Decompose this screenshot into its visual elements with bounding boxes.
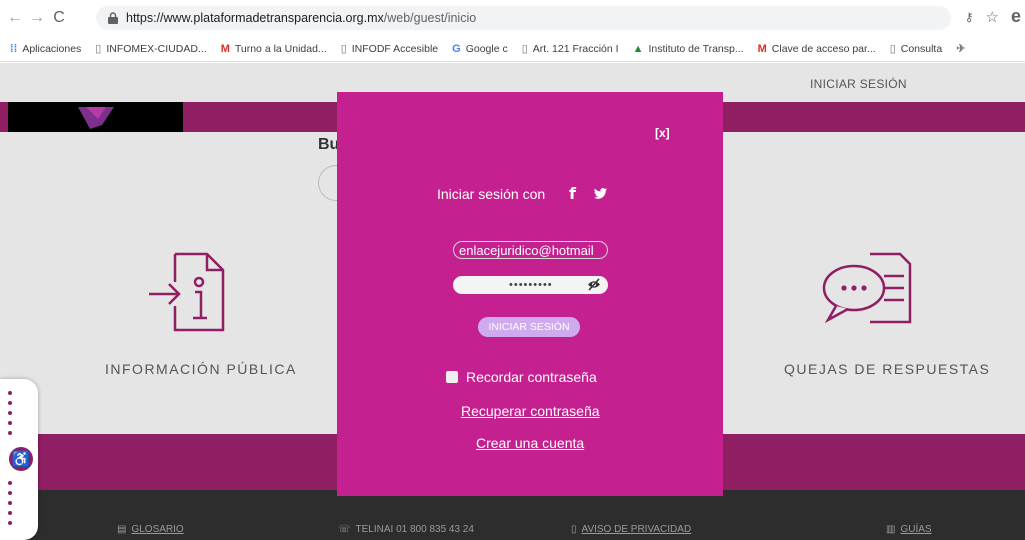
footer-link-privacidad[interactable]: ▯ AVISO DE PRIVACIDAD	[571, 524, 691, 535]
forward-arrow-icon[interactable]: →	[26, 7, 48, 29]
eye-slash-icon[interactable]	[587, 278, 601, 291]
close-button[interactable]: [x]	[655, 126, 670, 140]
card-title-informacion[interactable]: INFORMACIÓN PÚBLICA	[105, 361, 297, 377]
institute-icon: ▲	[632, 42, 644, 55]
footer: ▤ GLOSARIO ☏ TELINAI 01 800 835 43 24 ▯ AVI…	[0, 490, 1025, 540]
apps-grid-icon: ⁞⁞	[10, 42, 18, 55]
gmail-icon: M	[757, 42, 767, 55]
bookmarks-bar: ⁞⁞ Aplicaciones ▯ INFOMEX-CIUDAD... M Turno…	[0, 36, 1025, 62]
bookmark-item[interactable]: ▯ INFOMEX-CIUDAD...	[95, 42, 206, 56]
bookmark-item[interactable]: ▲ Instituto de Transp...	[633, 43, 744, 55]
glossary-icon: ▤	[117, 524, 127, 535]
wheelchair-icon[interactable]: ♿	[9, 447, 33, 471]
login-button[interactable]: INICIAR SESIÓN	[478, 317, 580, 337]
page-login-link[interactable]: INICIAR SESIÓN	[810, 77, 907, 91]
page-icon: ▯	[95, 43, 102, 55]
key-icon[interactable]: ⚷	[965, 10, 974, 24]
url-domain: https://www.plataformadetransparencia.or…	[126, 11, 384, 25]
bookmark-item[interactable]: ▯ Art. 121 Fracción I	[521, 42, 619, 56]
dot	[8, 401, 12, 405]
gmail-icon: M	[220, 42, 230, 55]
bookmark-item[interactable]: M Turno a la Unidad...	[221, 43, 327, 55]
guides-icon: ▥	[886, 524, 896, 535]
toolbar-actions: ⚷ ☆ e	[965, 6, 1021, 27]
reload-icon[interactable]: C	[48, 7, 70, 29]
dot	[8, 421, 12, 425]
bookmark-item[interactable]: ✈	[956, 42, 965, 55]
accessibility-widget[interactable]: ♿	[0, 379, 38, 540]
dot	[8, 521, 12, 525]
twitter-icon[interactable]	[593, 188, 608, 200]
bookmark-item[interactable]: G Google c	[452, 43, 508, 55]
remember-password[interactable]: Recordar contraseña	[446, 369, 597, 385]
document-info-icon[interactable]	[145, 248, 227, 336]
chat-document-icon[interactable]	[820, 248, 916, 328]
card-title-quejas[interactable]: QUEJAS DE RESPUESTAS	[784, 361, 990, 377]
google-icon: G	[452, 42, 461, 55]
privacy-icon: ▯	[571, 524, 577, 535]
back-arrow-icon[interactable]: ←	[4, 7, 26, 29]
phone-icon: ☏	[338, 524, 351, 535]
dot	[8, 411, 12, 415]
dot	[8, 491, 12, 495]
dot	[8, 481, 12, 485]
url-path: /web/guest/inicio	[383, 11, 477, 25]
create-account-link[interactable]: Crear una cuenta	[476, 435, 584, 451]
browser-toolbar: ← → C https://www.plataformadetransparen…	[0, 0, 1025, 36]
star-icon[interactable]: ☆	[986, 8, 999, 26]
address-bar[interactable]: https://www.plataformadetransparencia.or…	[96, 6, 951, 30]
dot	[8, 391, 12, 395]
remember-label: Recordar contraseña	[466, 369, 597, 385]
page-icon: ▯	[521, 43, 528, 55]
bookmark-item[interactable]: ▯ INFODF Accesible	[340, 42, 438, 56]
lock-icon	[108, 12, 118, 24]
site-logo-icon[interactable]	[78, 107, 114, 129]
page-icon: ▯	[340, 43, 347, 55]
dot	[8, 501, 12, 505]
browser-logo-icon[interactable]: e	[1011, 6, 1021, 27]
bookmark-item[interactable]: ⁞⁞ Aplicaciones	[10, 43, 81, 55]
dot	[8, 511, 12, 515]
dot	[8, 431, 12, 435]
remember-checkbox[interactable]	[446, 371, 458, 383]
footer-link-telinai[interactable]: ☏ TELINAI 01 800 835 43 24	[338, 524, 474, 535]
bookmark-item[interactable]: ▯ Consulta	[889, 42, 943, 56]
screen: ← → C https://www.plataformadetransparen…	[0, 0, 1025, 540]
password-value: •••••••••	[509, 279, 553, 291]
facebook-icon[interactable]: f	[569, 184, 576, 203]
email-field[interactable]: enlacejuridico@hotmail	[453, 241, 608, 259]
footer-link-glosario[interactable]: ▤ GLOSARIO	[117, 524, 184, 535]
login-modal: [x] Iniciar sesión con f enlacejuridico@…	[337, 92, 723, 496]
password-field[interactable]: •••••••••	[453, 276, 608, 294]
bird-icon: ✈	[956, 43, 966, 55]
recover-password-link[interactable]: Recuperar contraseña	[461, 403, 600, 419]
page-icon: ▯	[889, 43, 896, 55]
bookmark-item[interactable]: M Clave de acceso par...	[758, 43, 876, 55]
footer-link-guias[interactable]: ▥ GUÍAS	[886, 524, 932, 535]
login-with-label: Iniciar sesión con	[437, 186, 546, 202]
